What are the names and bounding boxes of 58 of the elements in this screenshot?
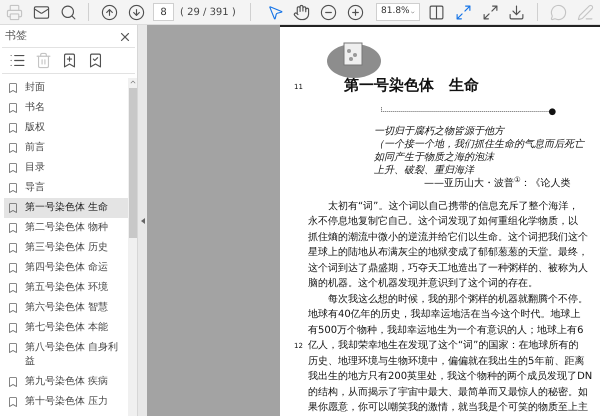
body-text-line: 的结构，从而揭示了宇宙中最大、最简单而又最惊人的秘密。如 [308,386,588,399]
bookmark-icon [7,182,19,194]
bookmark-item[interactable]: 导言 [4,178,128,198]
page-number-field[interactable]: 8 [153,3,174,21]
bookmark-icon [7,302,19,314]
bookmark-icon [7,342,19,354]
bookmark-item[interactable]: 第八号染色体 自身利益 [4,338,128,372]
bookmark-item[interactable]: 第一号染色体 生命 [4,198,128,218]
body-text-line: 脑的机器。这个机器发现并意识到了这个词的存在。 [308,278,538,290]
bookmark-item[interactable]: 第二号染色体 物种 [4,218,128,238]
body-text-line: 每次我这么想的时候，我的那个粥样的机器就翻腾个不停。 [327,294,588,306]
bookmark-item[interactable]: 第七号染色体 本能 [4,318,128,338]
body-text-line: 有500万个物种，我却幸运地生为一个有意识的人；地球上有6 [308,324,584,337]
page-count: ( 29 / 391 ) [180,6,236,20]
body-text-line: 地球有40亿年的历史，我却幸运地活在当今这个时代。地球上 [308,309,581,322]
bookmark-item[interactable]: 书名 [4,98,128,118]
bookmark-icon [7,202,19,214]
bookmark-item[interactable]: 第十号染色体 压力 [4,392,128,412]
bookmark-item[interactable]: 第五号染色体 环境 [4,278,128,298]
epigraph-line: 一切归于腐朽之物皆源于他方 [374,126,506,138]
epigraph-attribution: ——亚历山大・波普$^{①}$：《论人类 [424,178,572,190]
body-text-line: 历史、地理环境与生物环境中，偏偏就在我出生的5年前、距离 [308,356,584,368]
bookmark-item[interactable]: 前言 [4,138,128,158]
zoom-field[interactable]: 81.8% [376,3,420,21]
bookmark-icon [7,282,19,294]
panel-title: 书签 [5,28,27,44]
chapter-title: 第一号染色体 生命 [344,75,479,96]
bookmark-item[interactable]: 第三号染色体 历史 [4,238,128,258]
body-text-line: 抓住熵的潮流中微小的逆流并给它们以生命。这个词把我们这个 [308,232,588,244]
body-text-line: 太初有“词”。这个词以自己携带的信息充斥了整个海洋， [327,200,578,213]
bookmark-icon [7,242,19,254]
bookmark-icon [7,376,19,388]
bookmark-icon [7,142,19,154]
epigraph-line: 如同产生于物质之海的泡沫 [374,152,496,164]
epigraph-line: （一个接一个地，我们抓住生命的气息而后死亡 [374,139,586,151]
bookmark-icon [7,162,19,174]
bookmark-item[interactable]: 封面 [4,78,128,98]
bookmark-item[interactable]: 目录 [4,158,128,178]
body-text-line: 亿人，我却荣幸地生在发现了这个“词”的国家：在地球所有的 [308,340,578,352]
bookmark-item[interactable]: 第六号染色体 智慧 [4,298,128,318]
bookmark-icon [7,322,19,334]
scroll-up-icon[interactable] [128,78,136,86]
scrollbar-thumb[interactable] [128,88,136,238]
bookmark-icon [7,122,19,134]
bookmark-item[interactable]: 第四号染色体 命运 [4,258,128,278]
bookmark-icon [7,396,19,408]
body-text-line: 我出生的地方只有200英里处，我这个物种的两个成员发现了DN [308,371,592,384]
bookmark-item[interactable]: 版权 [4,118,128,138]
body-text-line: 果你愿意，你可以嘲笑我的激情，就当我是个可笑的物质至上主 [308,402,588,414]
bookmark-icon [7,82,19,94]
epigraph-line: 上升、破裂、重归海洋 [374,165,476,177]
bookmark-icon [7,222,19,234]
bookmark-icon [7,262,19,274]
bookmark-icon [7,102,19,114]
body-text-line: 永不停息地复制它自己。这个词发现了如何重组化学物质，以 [308,216,578,228]
bookmark-item[interactable]: 第九号染色体 疾病 [4,372,128,392]
body-text-line: 这个词到达了鼎盛期，巧夺天工地造出了一种粥样的、被称为人 [308,262,588,275]
body-text-line: 星球上的陆地从布满灰尘的地狱变成了郁郁葱葱的天堂。最终， [308,247,588,260]
